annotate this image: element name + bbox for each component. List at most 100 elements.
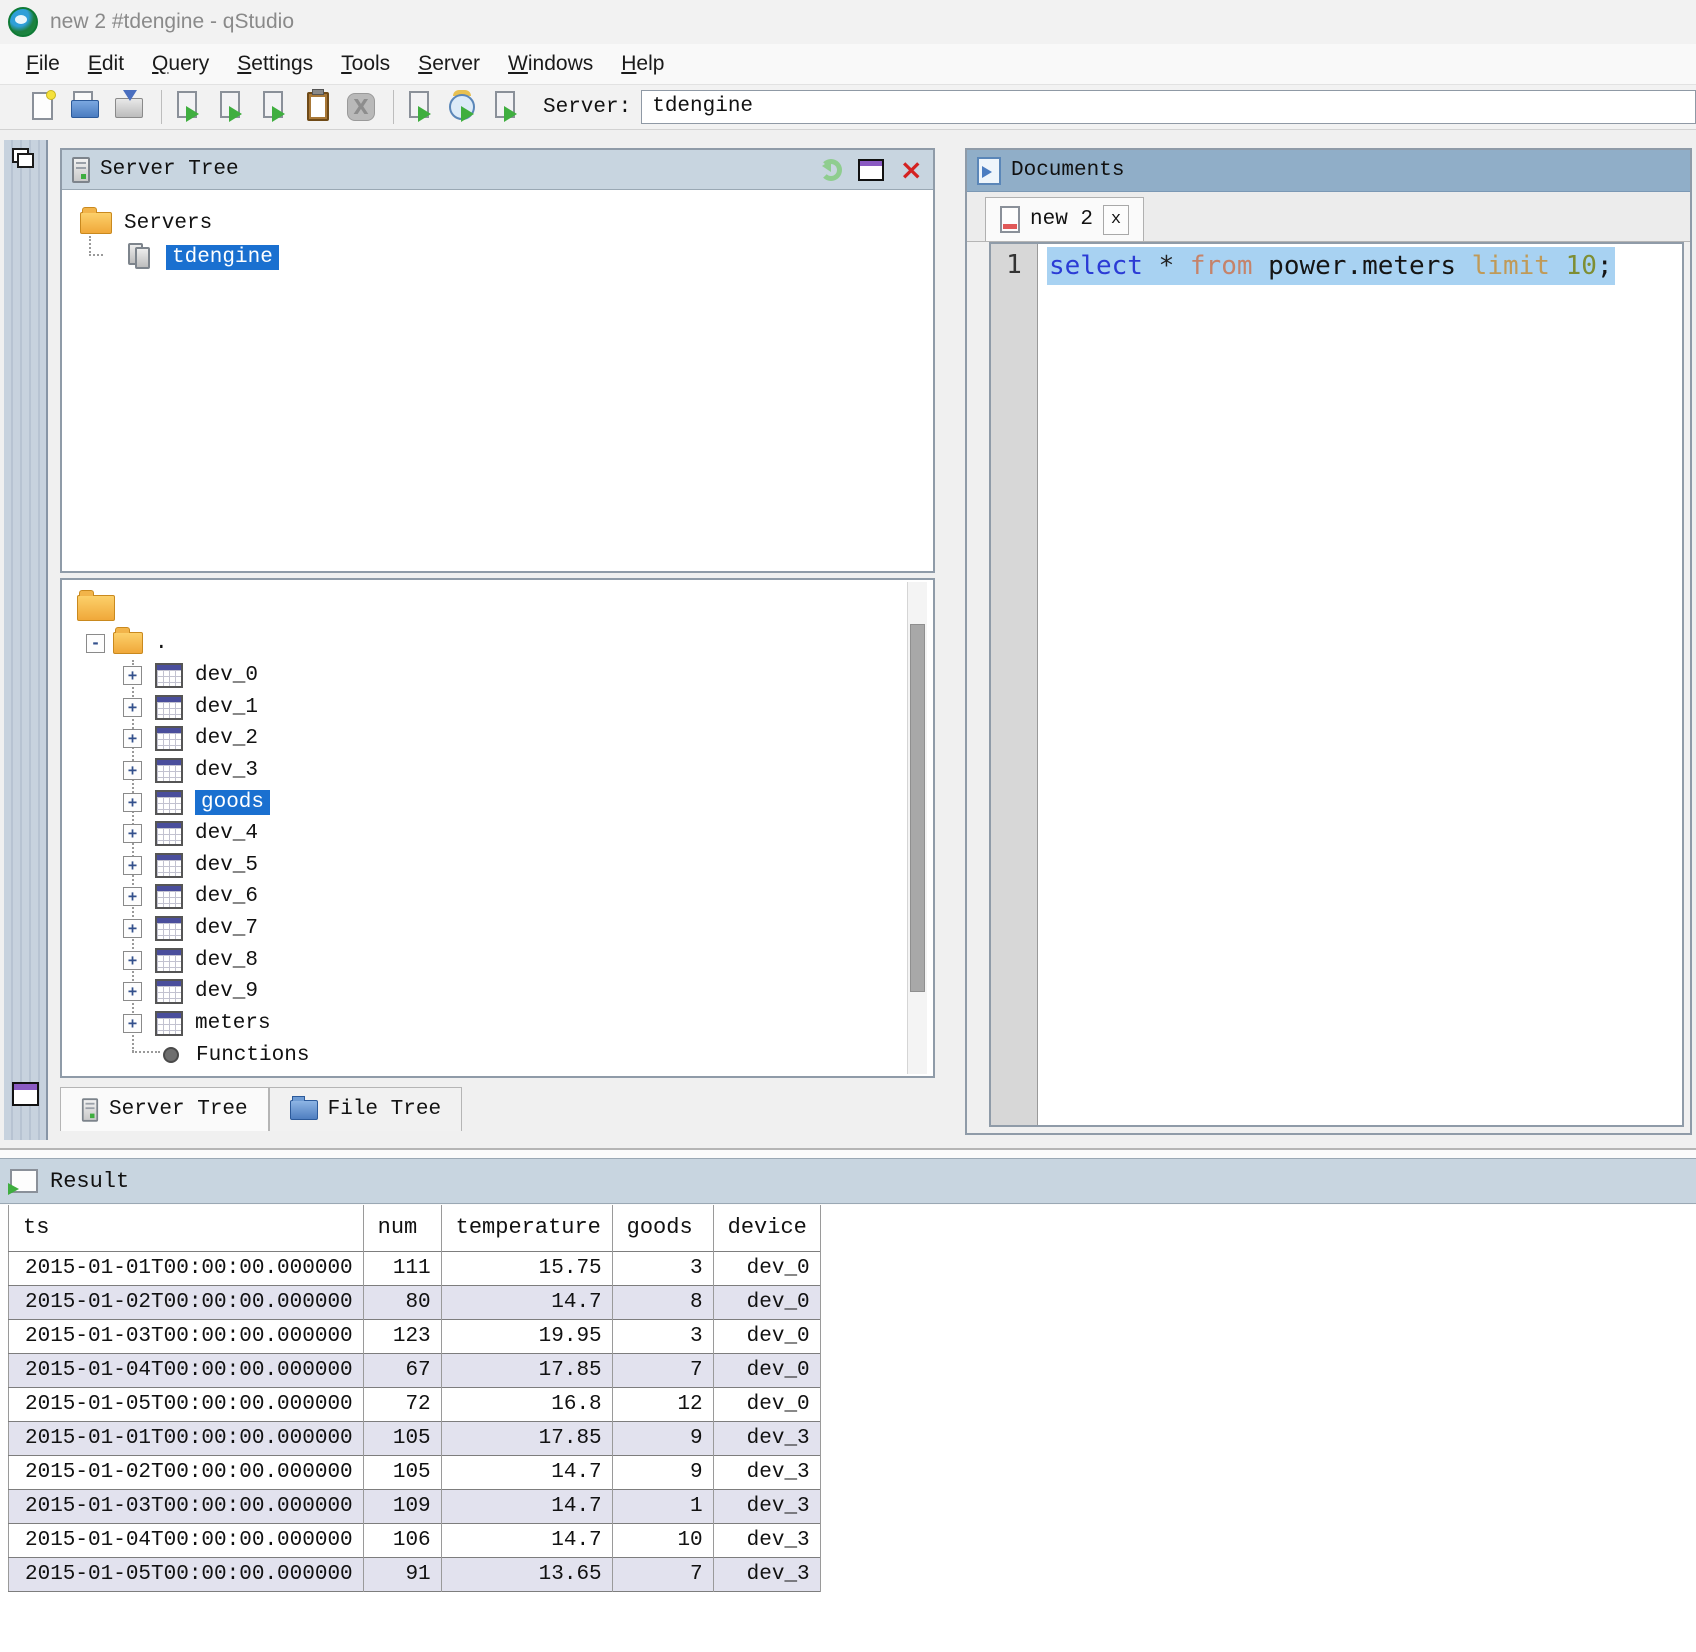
paste-button[interactable] <box>299 88 337 126</box>
menu-file[interactable]: File <box>12 48 74 80</box>
column-header-ts[interactable]: ts <box>9 1205 364 1251</box>
table-row[interactable]: 2015-01-01T00:00:00.00000010517.859dev_3 <box>9 1421 821 1455</box>
sparkle-icon <box>46 90 56 100</box>
document-icon <box>1000 206 1020 233</box>
expand-icon[interactable]: + <box>123 761 142 780</box>
tree-item-tdengine[interactable]: tdengine <box>128 240 933 274</box>
tree-item-servers[interactable]: Servers <box>80 206 933 240</box>
expand-icon[interactable]: + <box>123 919 142 938</box>
send-query-button[interactable] <box>402 88 440 126</box>
expand-icon[interactable]: + <box>123 824 142 843</box>
menu-query[interactable]: Query <box>138 48 223 80</box>
title-bar: new 2 #tdengine - qStudio <box>0 0 1696 44</box>
code-area[interactable]: select * from power.meters limit 10; <box>1039 244 1682 285</box>
menu-windows[interactable]: Windows <box>494 48 607 80</box>
tree-label-selected: tdengine <box>166 245 279 270</box>
menu-settings[interactable]: Settings <box>223 48 327 80</box>
expand-icon[interactable]: + <box>123 856 142 875</box>
tree-item-dev_6[interactable]: + dev_6 <box>62 881 933 913</box>
popout-window-icon[interactable] <box>858 159 884 181</box>
server-selector[interactable]: tdengine <box>641 90 1696 124</box>
expand-icon[interactable]: + <box>123 729 142 748</box>
close-tab-button[interactable]: x <box>1103 205 1129 235</box>
table-row[interactable]: 2015-01-05T00:00:00.0000007216.812dev_0 <box>9 1387 821 1421</box>
green-arrow-icon <box>461 106 482 122</box>
run-query-button[interactable] <box>170 88 208 126</box>
table-row[interactable]: 2015-01-04T00:00:00.00000010614.710dev_3 <box>9 1523 821 1557</box>
column-header-device[interactable]: device <box>713 1205 820 1251</box>
column-header-num[interactable]: num <box>363 1205 441 1251</box>
tree-item-dev_1[interactable]: +dev_1 <box>62 692 933 724</box>
refresh-icon[interactable] <box>820 159 842 181</box>
expand-icon[interactable]: + <box>123 793 142 812</box>
tree-label: dev_4 <box>195 822 258 845</box>
table-icon <box>155 758 183 783</box>
table-row[interactable]: 2015-01-01T00:00:00.00000011115.753dev_0 <box>9 1251 821 1285</box>
collapse-icon[interactable]: - <box>86 634 105 653</box>
table-row[interactable]: 2015-01-05T00:00:00.0000009113.657dev_3 <box>9 1557 821 1591</box>
tree-item-goods[interactable]: +goods <box>62 786 933 818</box>
tree-item-dev_5[interactable]: +dev_5 <box>62 850 933 882</box>
column-header-goods[interactable]: goods <box>612 1205 713 1251</box>
run-selection-button[interactable] <box>256 88 294 126</box>
tree-label: dev_6 <box>195 885 258 908</box>
run-script-button[interactable] <box>488 88 526 126</box>
table-icon <box>155 916 183 941</box>
open-file-button[interactable] <box>67 88 105 126</box>
expand-icon[interactable]: + <box>123 887 142 906</box>
sql-token: ; <box>1597 251 1613 281</box>
table-row[interactable]: 2015-01-03T00:00:00.00000012319.953dev_0 <box>9 1319 821 1353</box>
tree-item-dev_2[interactable]: +dev_2 <box>62 723 933 755</box>
close-icon[interactable]: × <box>900 159 923 181</box>
tree-item-dev_8[interactable]: +dev_8 <box>62 944 933 976</box>
run-line-button[interactable] <box>213 88 251 126</box>
column-header-temperature[interactable]: temperature <box>441 1205 612 1251</box>
table-row[interactable]: 2015-01-02T00:00:00.00000010514.79dev_3 <box>9 1455 821 1489</box>
sql-statement[interactable]: select * from power.meters limit 10; <box>1047 247 1615 285</box>
tree-item-dev_4[interactable]: + dev_4 <box>62 818 933 850</box>
tree-root-folder[interactable] <box>62 590 933 626</box>
server-icon <box>72 157 90 183</box>
expand-icon[interactable]: + <box>123 1014 142 1033</box>
green-arrow-icon <box>186 106 207 122</box>
tree-item-functions[interactable]: Functions <box>62 1039 933 1071</box>
new-document-button[interactable] <box>24 88 62 126</box>
tree-item-dev_9[interactable]: +dev_9 <box>62 976 933 1008</box>
tree-item-database-root[interactable]: - . <box>62 626 933 660</box>
sql-editor[interactable]: 1 select * from power.meters limit 10; <box>989 242 1684 1127</box>
cell: dev_0 <box>713 1387 820 1421</box>
restore-panel-icon[interactable] <box>12 1082 39 1106</box>
folder-icon <box>71 100 99 118</box>
menu-edit[interactable]: Edit <box>74 48 138 80</box>
tree-item-dev_0[interactable]: + dev_0 <box>62 660 933 692</box>
table-row[interactable]: 2015-01-04T00:00:00.0000006717.857dev_0 <box>9 1353 821 1387</box>
menu-help[interactable]: Help <box>607 48 678 80</box>
scheduled-run-button[interactable] <box>445 88 483 126</box>
tab-file-tree[interactable]: File Tree <box>269 1087 462 1131</box>
tree-label: dev_0 <box>195 664 258 687</box>
tree-item-dev_3[interactable]: +dev_3 <box>62 755 933 787</box>
expand-icon[interactable]: + <box>123 666 142 685</box>
menu-tools[interactable]: Tools <box>327 48 404 80</box>
cell: 2015-01-01T00:00:00.000000 <box>9 1421 364 1455</box>
table-row[interactable]: 2015-01-03T00:00:00.00000010914.71dev_3 <box>9 1489 821 1523</box>
blue-folder-icon <box>290 1100 318 1120</box>
scrollbar[interactable] <box>907 582 927 1074</box>
menu-server[interactable]: Server <box>404 48 494 80</box>
tab-new-2[interactable]: new 2 x <box>985 197 1144 241</box>
tab-server-tree[interactable]: Server Tree <box>60 1087 269 1131</box>
database-server-icon <box>128 243 154 271</box>
save-button[interactable] <box>110 88 148 126</box>
expand-icon[interactable]: + <box>123 698 142 717</box>
expand-icon[interactable]: + <box>123 951 142 970</box>
stacked-windows-icon[interactable] <box>12 148 38 174</box>
table-row[interactable]: 2015-01-02T00:00:00.0000008014.78dev_0 <box>9 1285 821 1319</box>
folder-icon <box>113 632 143 654</box>
scrollbar-thumb[interactable] <box>910 624 925 992</box>
tree-item-dev_7[interactable]: +dev_7 <box>62 913 933 945</box>
expand-icon[interactable]: + <box>123 982 142 1001</box>
toolbar: X Server: tdengine <box>0 84 1696 130</box>
table-icon <box>155 948 183 973</box>
tree-item-meters[interactable]: +meters <box>62 1008 933 1040</box>
cancel-query-button[interactable]: X <box>342 88 380 126</box>
